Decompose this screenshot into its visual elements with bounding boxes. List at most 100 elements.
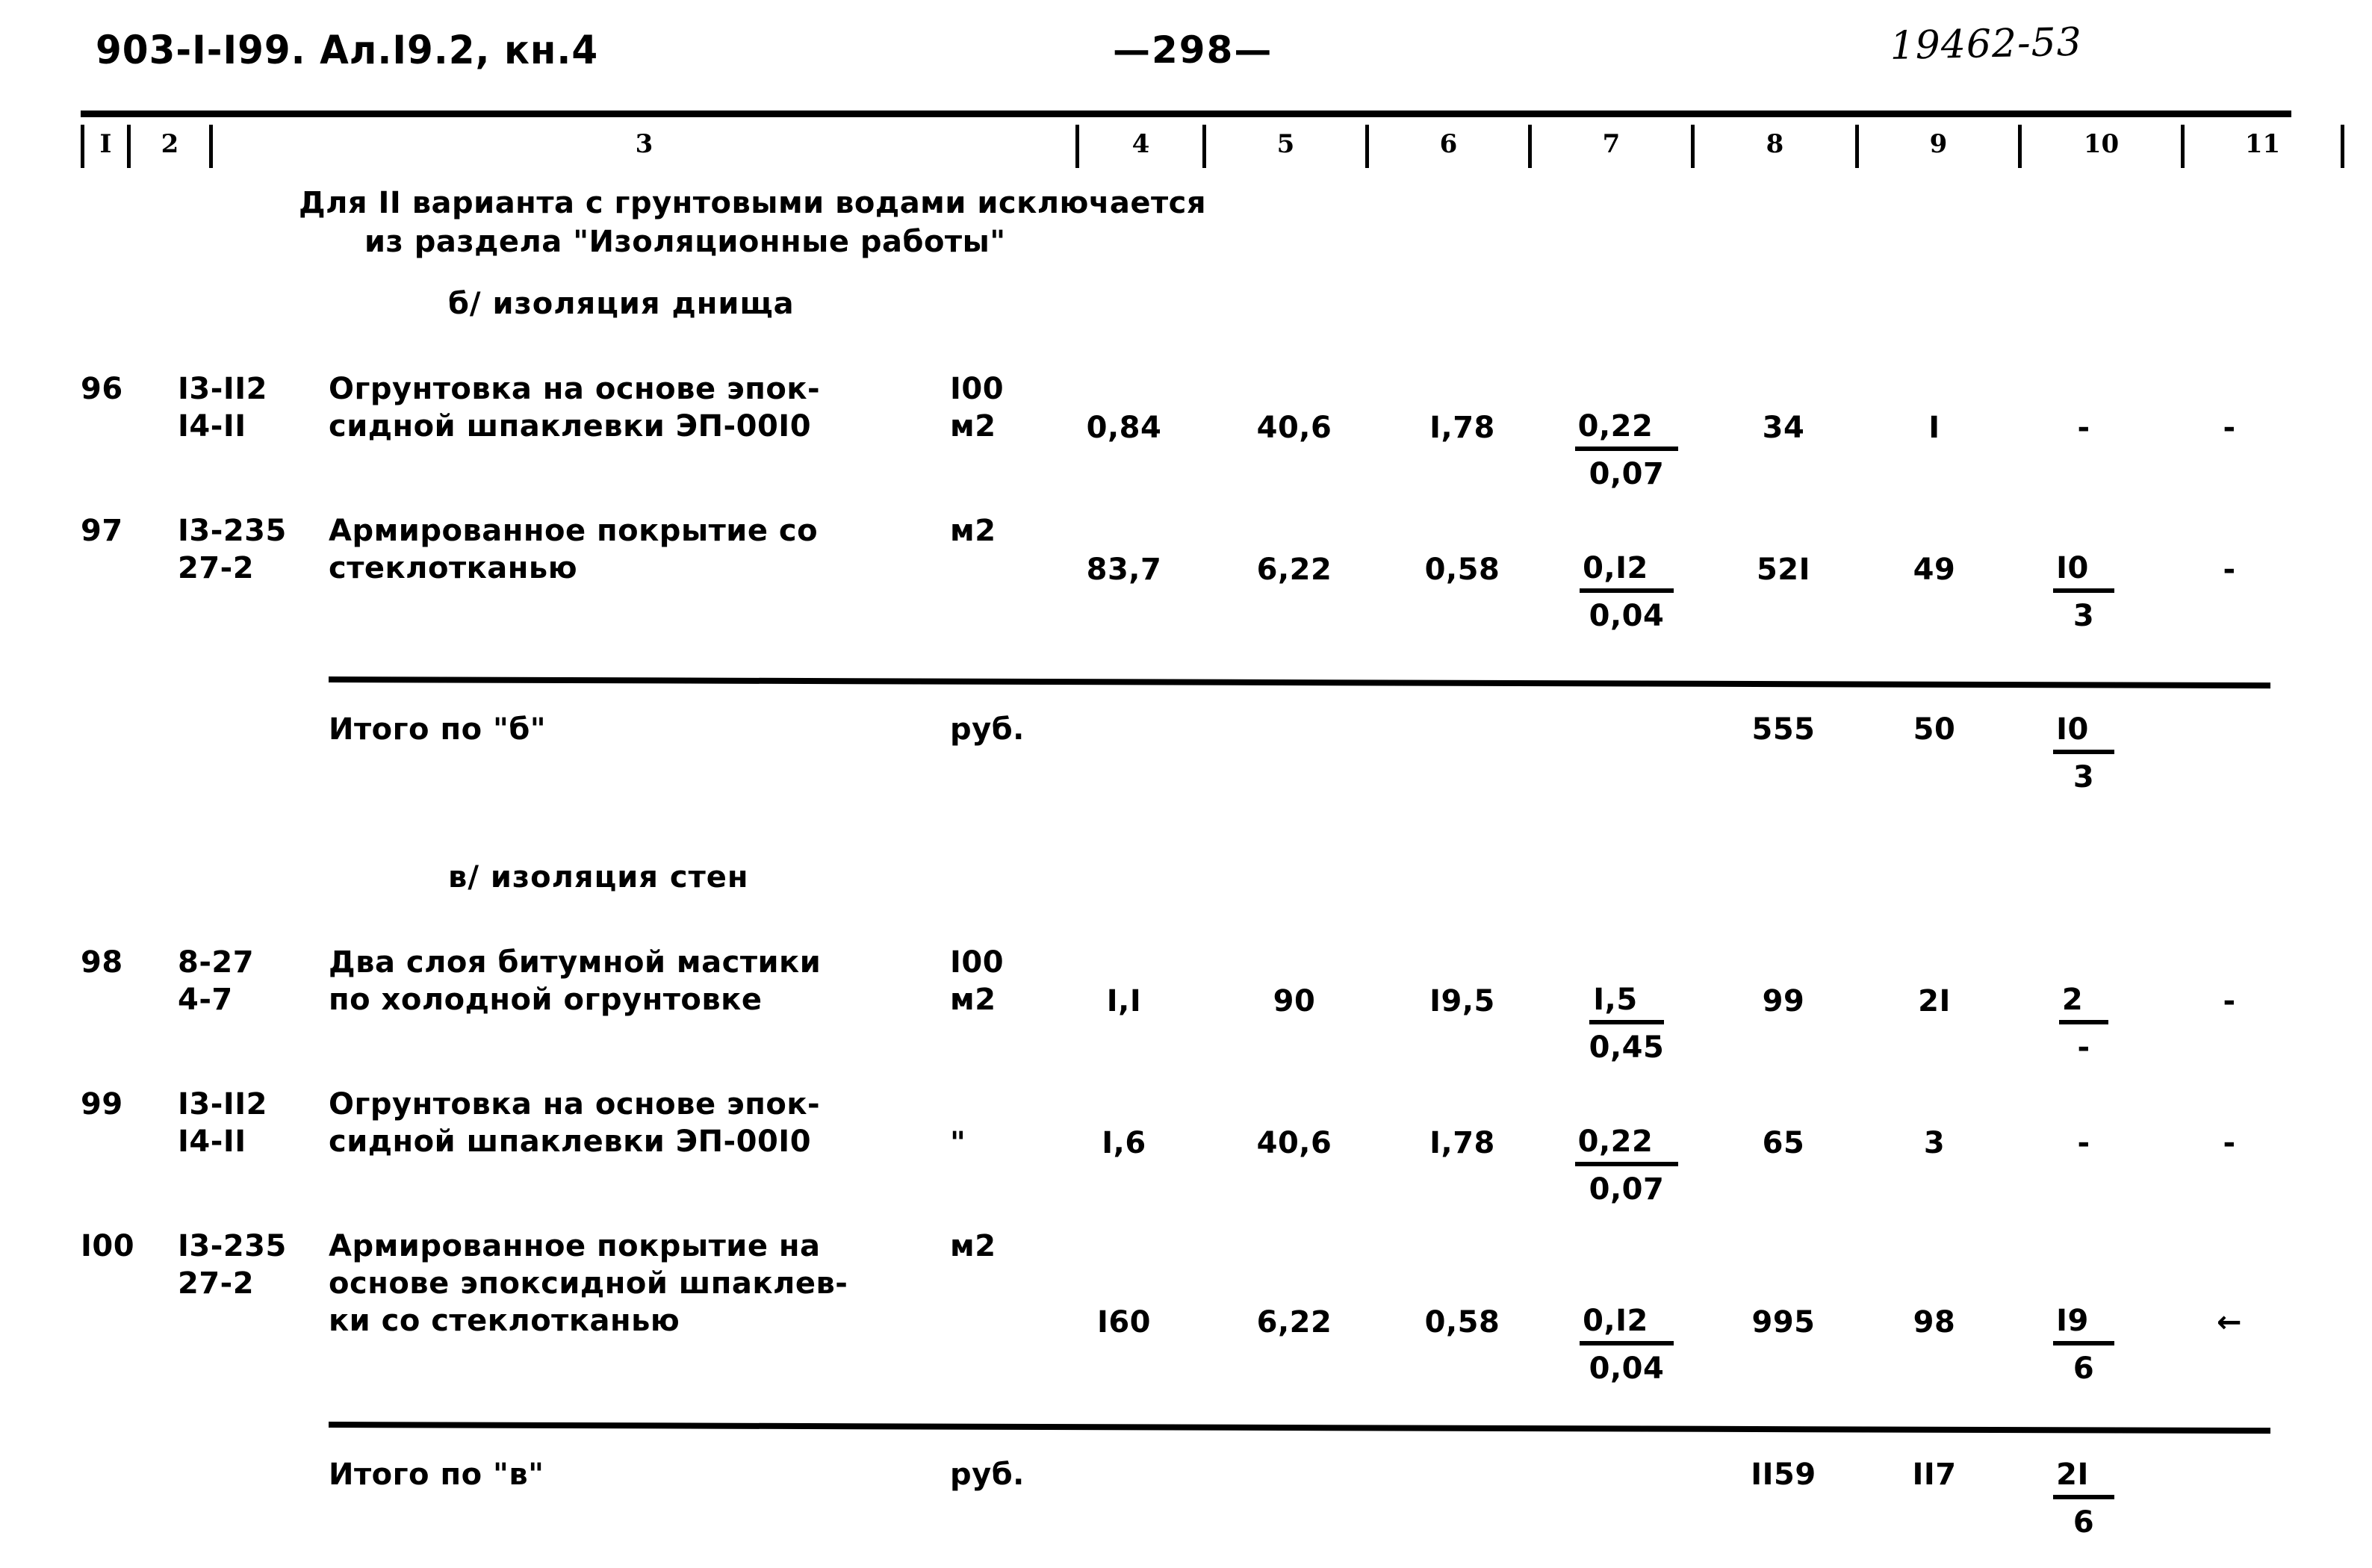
row-labor-rate-fraction: I,5 0,45 <box>1589 983 1665 1065</box>
intro-line-1: Для II варианта с грунтовыми водами искл… <box>299 186 1207 220</box>
section-total-unit: руб. <box>950 712 1025 747</box>
row-unit: м2 <box>950 1229 996 1263</box>
section-total-machine-fraction: I0 3 <box>2009 711 2158 796</box>
row-description: Огрунтовка на основе эпок- сидной шпакле… <box>329 372 821 444</box>
row-note: ← <box>2216 1305 2242 1340</box>
section-separator-rule <box>328 1422 2270 1434</box>
row-machine-cost-fraction: I9 6 <box>2009 1302 2158 1387</box>
column-number-6: 6 <box>1365 125 1528 168</box>
section-total-row: Итого по "в" руб. II59 II7 2I 6 <box>0 1456 2372 1568</box>
row-cost-total: 65 <box>1762 1126 1805 1160</box>
row-description: Два слоя битумной мастики по холодной ог… <box>329 945 822 1017</box>
row-unit: " <box>950 1126 966 1160</box>
row-labor-rate-fraction: 0,22 0,07 <box>1544 408 1709 493</box>
row-description: Армированное покрытие на основе эпоксидн… <box>329 1229 848 1338</box>
row-machine-cost-fraction: I0 3 <box>2009 550 2158 635</box>
table-row: 99 I3-II2 I4-II Огрунтовка на основе эпок-… <box>0 1086 2372 1213</box>
row-machine-cost: - <box>2077 1126 2090 1160</box>
section-heading: в/ изоляция стен <box>448 860 749 895</box>
row-norm-code: I3-II2 I4-II <box>178 1087 267 1159</box>
intro-note: Для II варианта с грунтовыми водами искл… <box>299 184 1206 261</box>
column-number-9: 9 <box>1855 125 2018 168</box>
row-unit: м2 <box>950 514 996 548</box>
table-column-header-row: I23456789101112 <box>81 111 2372 168</box>
row-quantity: I,I <box>1106 984 1142 1018</box>
row-machine-cost-fraction: 2- <box>2009 981 2158 1066</box>
intro-line-2: из раздела "Изоляционные работы" <box>364 225 1006 259</box>
section-heading: б/ изоляция днища <box>448 287 795 321</box>
archive-stamp-code: 19462-53 <box>1890 19 2083 69</box>
row-quantity: I,6 <box>1102 1126 1146 1160</box>
row-quantity: 0,84 <box>1086 411 1162 445</box>
row-note: - <box>2223 984 2236 1018</box>
row-labor-total: 3 <box>1923 1126 1946 1160</box>
column-number-5: 5 <box>1202 125 1365 168</box>
column-number-12: 12 <box>2341 125 2372 168</box>
column-number-11: 11 <box>2181 125 2341 168</box>
section-total-unit: руб. <box>950 1457 1025 1492</box>
row-unit-price: 40,6 <box>1256 411 1332 445</box>
row-unit: I00 м2 <box>950 945 1005 1017</box>
row-labor-total: 2I <box>1918 984 1951 1018</box>
section-total-label: Итого по "б" <box>329 712 547 747</box>
page-header: 903-I-I99. Ал.I9.2, кн.4 —298— 19462-53 <box>0 20 2372 79</box>
row-labor-total: 49 <box>1913 553 1956 587</box>
row-total-price: I9,5 <box>1429 984 1495 1018</box>
row-number: 99 <box>81 1087 123 1121</box>
row-note: - <box>2223 1126 2236 1160</box>
row-note: - <box>2223 411 2236 445</box>
column-number-2: 2 <box>127 125 209 168</box>
row-total-price: I,78 <box>1429 411 1495 445</box>
row-norm-code: I3-235 27-2 <box>178 1229 287 1301</box>
document-code: 903-I-I99. Ал.I9.2, кн.4 <box>96 27 599 73</box>
column-number-10: 10 <box>2018 125 2181 168</box>
section-total-cost: 555 <box>1751 712 1816 747</box>
row-number: 96 <box>81 372 123 406</box>
row-note: - <box>2223 553 2236 587</box>
section-separator-rule <box>328 676 2270 689</box>
section-total-machine-fraction: 2I 6 <box>2009 1456 2158 1541</box>
row-number: 98 <box>81 945 123 980</box>
column-number-8: 8 <box>1691 125 1855 168</box>
row-cost-total: 34 <box>1762 411 1805 445</box>
row-number: 97 <box>81 514 123 548</box>
row-machine-cost: - <box>2077 411 2090 445</box>
table-row: 96 I3-II2 I4-II Огрунтовка на основе эпок-… <box>0 370 2372 497</box>
row-total-price: 0,58 <box>1424 553 1500 587</box>
row-description: Армированное покрытие со стеклотканью <box>329 514 819 585</box>
row-cost-total: 99 <box>1762 984 1805 1018</box>
column-number-3: 3 <box>209 125 1075 168</box>
row-labor-total: I <box>1928 411 1940 445</box>
row-norm-code: I3-II2 I4-II <box>178 372 267 444</box>
section-total-labor: II7 <box>1912 1457 1957 1492</box>
section-total-row: Итого по "б" руб. 555 50 I0 3 <box>0 711 2372 823</box>
row-norm-code: 8-27 4-7 <box>178 945 255 1017</box>
row-quantity: I60 <box>1096 1305 1152 1340</box>
row-unit-price: 90 <box>1273 984 1316 1018</box>
row-unit-price: 6,22 <box>1256 553 1332 587</box>
column-number-7: 7 <box>1528 125 1691 168</box>
row-total-price: I,78 <box>1429 1126 1495 1160</box>
table-row: 97 I3-235 27-2 Армированное покрытие со ст… <box>0 512 2372 639</box>
row-norm-code: I3-235 27-2 <box>178 514 287 585</box>
column-number-I: I <box>81 125 127 168</box>
column-number-4: 4 <box>1075 125 1202 168</box>
section-total-labor: 50 <box>1913 712 1956 747</box>
page-number: —298— <box>1113 28 1273 72</box>
table-row: I00 I3-235 27-2 Армированное покрытие на о… <box>0 1228 2372 1386</box>
document-page: 903-I-I99. Ал.I9.2, кн.4 —298— 19462-53 … <box>0 0 2372 1543</box>
row-unit-price: 6,22 <box>1256 1305 1332 1340</box>
row-labor-rate-fraction: 0,I2 0,04 <box>1544 1302 1709 1387</box>
row-labor-rate-fraction: 0,I2 0,04 <box>1544 550 1709 635</box>
row-total-price: 0,58 <box>1424 1305 1500 1340</box>
table-row: 98 8-27 4-7 Два слоя битумной мастики по х… <box>0 944 2372 1071</box>
row-cost-total: 52I <box>1756 553 1811 587</box>
row-labor-total: 98 <box>1913 1305 1956 1340</box>
row-quantity: 83,7 <box>1086 553 1162 587</box>
row-description: Огрунтовка на основе эпок- сидной шпакле… <box>329 1087 821 1159</box>
row-unit: I00 м2 <box>950 372 1005 444</box>
row-cost-total: 995 <box>1751 1305 1816 1340</box>
section-total-label: Итого по "в" <box>329 1457 544 1492</box>
row-unit-price: 40,6 <box>1256 1126 1332 1160</box>
section-total-cost: II59 <box>1751 1457 1816 1492</box>
